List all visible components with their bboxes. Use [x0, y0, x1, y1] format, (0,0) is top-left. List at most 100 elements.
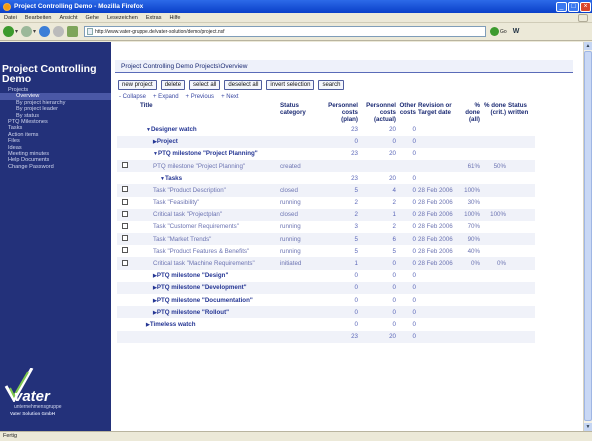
row-title[interactable]: Task "Market Trends": [153, 236, 211, 243]
scroll-up-icon[interactable]: ▲: [584, 42, 592, 50]
row-title[interactable]: Critical task "Machine Requirements": [153, 260, 255, 267]
table-row[interactable]: ▶PTQ milestone "Design" 0 0 0: [117, 270, 535, 282]
row-title[interactable]: Timeless watch: [150, 321, 196, 328]
cell-doneall: [459, 270, 481, 282]
table-row[interactable]: Task "Product Description" closed 5 4 0 28 Fe…: [117, 184, 535, 197]
scroll-thumb[interactable]: [584, 51, 592, 421]
header-done-all[interactable]: % done (all): [459, 102, 481, 123]
back-button[interactable]: ▾: [3, 26, 18, 38]
row-checkbox[interactable]: [122, 247, 128, 254]
row-checkbox[interactable]: [122, 186, 128, 193]
row-title[interactable]: PTQ milestone "Project Planning": [153, 163, 245, 170]
menu-help[interactable]: Hilfe: [165, 15, 184, 21]
go-button[interactable]: Go: [490, 27, 507, 36]
row-title[interactable]: PTQ milestone "Development": [157, 284, 247, 291]
table-row[interactable]: Task "Product Features & Benefits" runnin…: [117, 245, 535, 257]
select-all-button[interactable]: select all: [189, 80, 221, 90]
header-personnel-actual[interactable]: Personnel costs (actual): [359, 102, 397, 123]
row-title-cell: [139, 330, 279, 343]
row-select-cell: [117, 208, 139, 221]
table-row[interactable]: Task "Customer Requirements" running 3 2 0 28…: [117, 221, 535, 233]
header-done-crit[interactable]: % done (crit.): [481, 102, 507, 123]
row-title[interactable]: Critical task "Projectplan": [153, 211, 222, 218]
table-row[interactable]: 23 20 0: [117, 330, 535, 343]
reload-icon: [39, 26, 51, 37]
header-target-date[interactable]: Revision or Target date: [417, 102, 459, 123]
cell-other: 0: [412, 247, 416, 255]
delete-button[interactable]: delete: [160, 80, 186, 90]
table-row[interactable]: Critical task "Projectplan" closed 2 1 0 28 F…: [117, 208, 535, 221]
menu-tools[interactable]: Extras: [142, 15, 166, 21]
reload-button[interactable]: [39, 26, 51, 38]
collapse-link[interactable]: - Collapse: [119, 94, 146, 100]
header-title[interactable]: Title: [139, 102, 279, 123]
row-title[interactable]: PTQ milestone "Project Planning": [158, 150, 258, 157]
menu-bookmarks[interactable]: Lesezeichen: [103, 15, 142, 21]
row-title-cell: PTQ milestone "Project Planning": [139, 159, 279, 173]
table-row[interactable]: Critical task "Machine Requirements" init…: [117, 257, 535, 270]
table-row[interactable]: Task "Market Trends" running 5 6 0 28 Feb 200…: [117, 233, 535, 246]
row-title[interactable]: PTQ milestone "Rollout": [157, 309, 229, 316]
row-checkbox[interactable]: [122, 198, 128, 205]
invert-selection-button[interactable]: invert selection: [266, 80, 315, 90]
header-other-costs[interactable]: Other costs: [397, 102, 417, 123]
table-row[interactable]: ▼PTQ milestone "Project Planning" 23 20 0: [117, 148, 535, 160]
row-title[interactable]: PTQ milestone "Documentation": [157, 297, 253, 304]
row-title[interactable]: Project: [157, 138, 178, 145]
table-row[interactable]: ▶Timeless watch 0 0 0: [117, 318, 535, 330]
menu-bar: Datei Bearbeiten Ansicht Gehe Lesezeiche…: [0, 13, 592, 23]
forward-button[interactable]: ▾: [21, 26, 36, 38]
row-title[interactable]: Tasks: [165, 175, 182, 182]
table-row[interactable]: ▶Project 0 0 0: [117, 135, 535, 148]
menu-file[interactable]: Datei: [0, 15, 21, 21]
next-link[interactable]: + Next: [221, 94, 239, 100]
row-title[interactable]: PTQ milestone "Design": [157, 272, 229, 279]
row-checkbox[interactable]: [122, 162, 128, 169]
table-row[interactable]: ▼Designer watch 23 20 0: [117, 123, 535, 135]
table-row[interactable]: Task "Feasibility" running 2 2 0 28 Feb 2006 3…: [117, 197, 535, 209]
minimize-button[interactable]: _: [556, 1, 567, 12]
row-select-cell: [117, 221, 139, 233]
search-engine-icon[interactable]: W: [513, 28, 520, 35]
menu-go[interactable]: Gehe: [82, 15, 103, 21]
table-row[interactable]: PTQ milestone "Project Planning" created 6…: [117, 159, 535, 173]
search-button[interactable]: search: [318, 80, 345, 90]
row-title[interactable]: Task "Customer Requirements": [153, 223, 239, 230]
close-button[interactable]: ×: [580, 1, 591, 12]
vertical-scrollbar[interactable]: ▲ ▼: [583, 42, 592, 431]
row-checkbox[interactable]: [122, 222, 128, 229]
address-bar[interactable]: http://www.vater-gruppe.de/vater-solutio…: [84, 26, 487, 37]
cell-donecrit: 0%: [481, 257, 507, 270]
table-row[interactable]: ▼Tasks 23 20 0: [117, 172, 535, 184]
expand-link[interactable]: + Expand: [153, 94, 179, 100]
cell-status: [279, 306, 325, 319]
table-row[interactable]: ▶PTQ milestone "Documentation" 0 0 0: [117, 294, 535, 306]
deselect-all-button[interactable]: deselect all: [224, 80, 263, 90]
header-personnel-plan[interactable]: Personnel costs (plan): [325, 102, 359, 123]
table-row[interactable]: ▶PTQ milestone "Development" 0 0 0: [117, 281, 535, 295]
scroll-down-icon[interactable]: ▼: [584, 423, 592, 431]
stop-button[interactable]: [53, 26, 65, 38]
cell-written: [507, 184, 535, 197]
menu-edit[interactable]: Bearbeiten: [21, 15, 56, 21]
row-title[interactable]: Designer watch: [151, 126, 197, 133]
row-checkbox[interactable]: [122, 210, 128, 217]
row-checkbox[interactable]: [122, 259, 128, 266]
previous-link[interactable]: + Previous: [186, 94, 215, 100]
row-title[interactable]: Task "Feasibility": [153, 199, 199, 206]
row-title[interactable]: Task "Product Description": [153, 187, 226, 194]
maximize-button[interactable]: □: [568, 1, 579, 12]
header-status-written[interactable]: Status written: [507, 102, 535, 123]
sidebar-item-change-password[interactable]: Change Password: [0, 164, 111, 170]
menu-view[interactable]: Ansicht: [55, 15, 81, 21]
row-select-cell: [117, 294, 139, 306]
header-status[interactable]: Status category: [279, 102, 325, 123]
row-title[interactable]: Task "Product Features & Benefits": [153, 248, 249, 255]
row-checkbox[interactable]: [122, 235, 128, 242]
cell-other: 0: [397, 330, 417, 343]
home-button[interactable]: [67, 26, 79, 38]
forward-dropdown-icon[interactable]: ▾: [33, 28, 36, 35]
back-dropdown-icon[interactable]: ▾: [15, 28, 18, 35]
table-row[interactable]: ▶PTQ milestone "Rollout" 0 0 0: [117, 306, 535, 319]
new-project-button[interactable]: new project: [118, 80, 157, 90]
